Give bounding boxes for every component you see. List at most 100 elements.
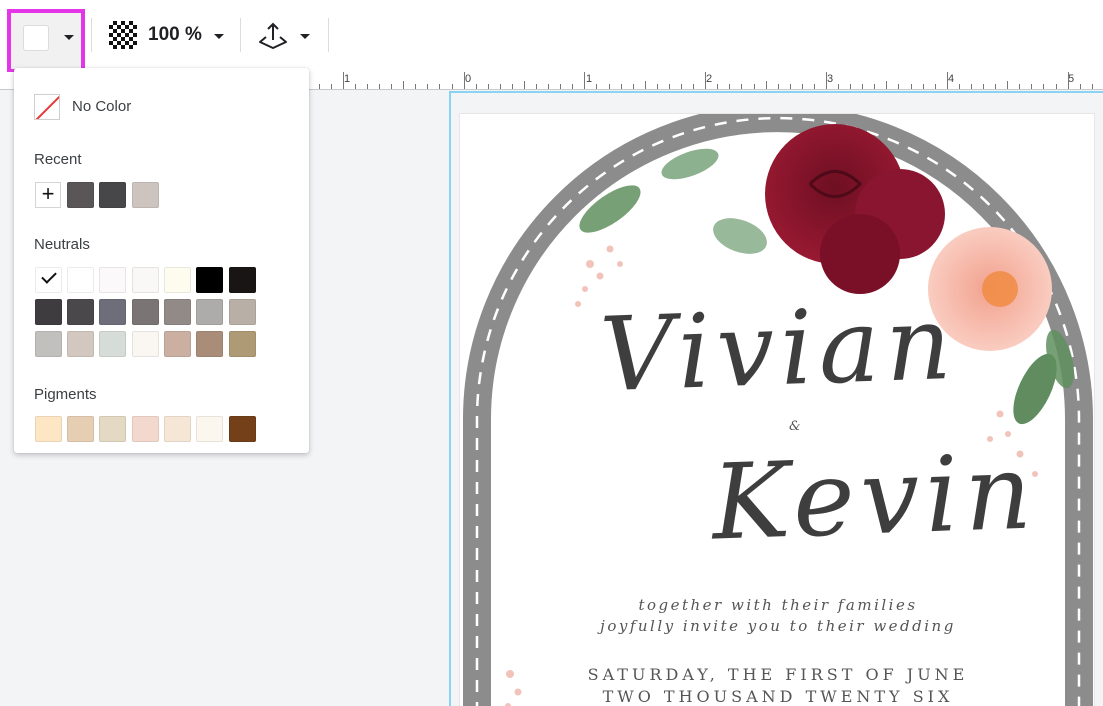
ruler-tick xyxy=(512,84,513,89)
neutral-color-swatch[interactable] xyxy=(229,267,256,293)
ruler-tick xyxy=(923,84,924,89)
recent-color-swatch[interactable] xyxy=(67,182,94,208)
ruler-tick xyxy=(331,84,332,89)
ruler-tick xyxy=(754,84,755,89)
no-color-option[interactable]: No Color xyxy=(34,94,294,120)
chevron-down-icon xyxy=(214,34,224,39)
pigment-color-swatch[interactable] xyxy=(196,416,223,442)
neutral-color-swatch[interactable] xyxy=(196,299,223,325)
toolbar: 100 % xyxy=(0,0,1103,73)
opacity-value: 100 % xyxy=(148,24,202,45)
ruler-tick xyxy=(935,84,936,89)
neutral-color-swatch[interactable] xyxy=(229,299,256,325)
ruler-tick xyxy=(1043,84,1044,89)
checkmark-icon xyxy=(41,268,57,284)
pigment-color-swatch[interactable] xyxy=(132,416,159,442)
ruler-tick xyxy=(681,84,682,89)
pigment-color-swatch[interactable] xyxy=(67,416,94,442)
pigment-color-swatch[interactable] xyxy=(99,416,126,442)
invite-line-2: joyfully invite you to their wedding xyxy=(600,617,956,635)
ruler-tick xyxy=(1080,84,1081,89)
recent-color-swatch[interactable] xyxy=(132,182,159,208)
neutral-color-swatch[interactable] xyxy=(132,267,159,293)
pigment-color-swatch[interactable] xyxy=(35,416,62,442)
pigments-title: Pigments xyxy=(34,386,97,403)
ruler-tick xyxy=(802,84,803,89)
ruler-tick xyxy=(814,84,815,89)
neutral-color-swatch[interactable] xyxy=(99,267,126,293)
ruler-label: 2 xyxy=(706,73,713,85)
ruler-tick xyxy=(886,81,887,89)
ruler-tick xyxy=(584,72,585,89)
ruler-tick xyxy=(693,84,694,89)
color-picker-panel: No Color Recent + Neutrals Pigments xyxy=(14,68,309,453)
neutral-color-swatch[interactable] xyxy=(196,331,223,357)
neutral-color-swatch[interactable] xyxy=(196,267,223,293)
ruler-tick xyxy=(1007,81,1008,89)
ruler-tick xyxy=(1068,72,1069,89)
arrange-layers-icon xyxy=(259,22,287,49)
ruler-tick xyxy=(1056,84,1057,89)
ruler-tick xyxy=(705,72,706,89)
chevron-down-icon xyxy=(64,35,74,40)
ruler-tick xyxy=(1019,84,1020,89)
ampersand: & xyxy=(789,419,801,434)
ruler-tick xyxy=(959,84,960,89)
neutral-color-swatch[interactable] xyxy=(99,331,126,357)
ruler-tick xyxy=(488,84,489,89)
arrange-button[interactable] xyxy=(253,14,317,58)
neutral-color-swatch[interactable] xyxy=(164,299,191,325)
invite-line-1: together with their families xyxy=(638,596,918,614)
selection-guide xyxy=(449,91,1103,93)
neutral-color-swatch[interactable] xyxy=(35,267,62,293)
add-color-button[interactable]: + xyxy=(35,182,61,208)
ruler-tick xyxy=(524,81,525,89)
ruler-tick xyxy=(790,84,791,89)
ruler-tick xyxy=(741,84,742,89)
ruler-tick xyxy=(729,84,730,89)
pigment-color-swatch[interactable] xyxy=(164,416,191,442)
neutral-color-swatch[interactable] xyxy=(67,331,94,357)
ruler-tick xyxy=(669,84,670,89)
neutral-color-swatch[interactable] xyxy=(99,299,126,325)
ruler-tick xyxy=(621,84,622,89)
opacity-button[interactable]: 100 % xyxy=(100,14,230,58)
ruler-tick xyxy=(572,84,573,89)
ruler-tick xyxy=(319,84,320,89)
toolbar-divider xyxy=(328,18,329,52)
neutral-color-swatch[interactable] xyxy=(164,267,191,293)
invitation-text: Vivian & Kevin together with their famil… xyxy=(460,114,1096,706)
neutral-color-swatch[interactable] xyxy=(164,331,191,357)
invitation-card[interactable]: Vivian & Kevin together with their famil… xyxy=(459,113,1095,706)
ruler-tick xyxy=(911,84,912,89)
recent-title: Recent xyxy=(34,151,82,168)
neutral-color-swatch[interactable] xyxy=(229,331,256,357)
neutral-color-swatch[interactable] xyxy=(132,331,159,357)
neutral-color-swatch[interactable] xyxy=(35,331,62,357)
no-color-icon xyxy=(34,94,60,120)
ruler-tick xyxy=(947,72,948,89)
ruler-tick xyxy=(971,84,972,89)
transparency-icon xyxy=(109,21,137,49)
neutral-color-swatch[interactable] xyxy=(35,299,62,325)
ruler-tick xyxy=(452,84,453,89)
ruler-tick xyxy=(439,84,440,89)
ruler-tick xyxy=(596,84,597,89)
ruler-tick xyxy=(983,84,984,89)
neutrals-title: Neutrals xyxy=(34,236,90,253)
neutral-color-swatch[interactable] xyxy=(67,267,94,293)
ruler-tick xyxy=(766,81,767,89)
ruler-tick xyxy=(1092,84,1093,89)
no-color-label: No Color xyxy=(72,98,132,115)
toolbar-divider xyxy=(91,18,92,52)
pigment-color-swatch[interactable] xyxy=(229,416,256,442)
neutral-color-swatch[interactable] xyxy=(67,299,94,325)
chevron-down-icon xyxy=(300,34,310,39)
neutral-color-swatch[interactable] xyxy=(132,299,159,325)
ruler-tick xyxy=(995,84,996,89)
recent-color-swatch[interactable] xyxy=(99,182,126,208)
ruler-tick xyxy=(874,84,875,89)
fill-color-button[interactable] xyxy=(7,9,85,73)
ruler-tick xyxy=(862,84,863,89)
ruler-tick xyxy=(536,84,537,89)
